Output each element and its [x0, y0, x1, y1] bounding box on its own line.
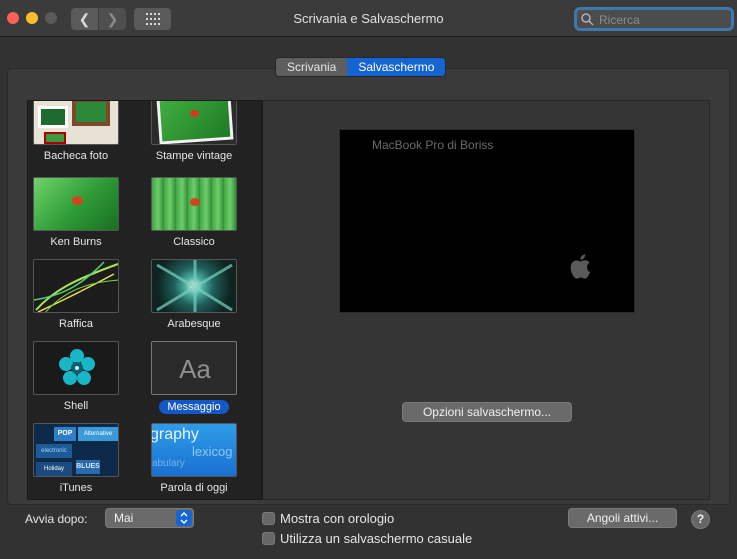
classico-thumbnail [151, 177, 237, 231]
bacheca-foto-thumbnail [33, 101, 119, 145]
start-after-value: Mai [114, 511, 134, 525]
random-screensaver-label: Utilizza un salvaschermo casuale [280, 531, 473, 546]
screensaver-raffica[interactable]: Raffica [28, 259, 131, 330]
tab-salvaschermo[interactable]: Salvaschermo [347, 58, 446, 76]
tab-scrivania[interactable]: Scrivania [276, 58, 348, 76]
select-arrows-icon [176, 510, 192, 526]
search-icon [581, 13, 594, 26]
screensaver-classico[interactable]: Classico [139, 177, 249, 248]
hot-corners-button[interactable]: Angoli attivi... [568, 508, 677, 528]
itunes-tile: Alternative [78, 427, 118, 441]
screensaver-options-button[interactable]: Opzioni salvaschermo... [402, 402, 572, 422]
stampe-vintage-thumbnail [151, 101, 237, 145]
raffica-thumbnail [33, 259, 119, 313]
itunes-tile: Holiday [36, 462, 72, 476]
screensaver-label: iTunes [59, 482, 93, 494]
screensaver-label: Stampe vintage [155, 150, 233, 162]
messaggio-thumb-text: Aa [179, 354, 211, 384]
random-screensaver-checkbox[interactable]: Utilizza un salvaschermo casuale [262, 531, 472, 546]
ken-burns-thumbnail [33, 177, 119, 231]
messaggio-thumbnail: Aa [151, 341, 237, 395]
apple-logo-icon [570, 254, 591, 279]
start-after-select[interactable]: Mai [105, 508, 194, 528]
screensaver-label: Ken Burns [50, 236, 102, 248]
show-clock-label: Mostra con orologio [280, 511, 395, 526]
screensaver-arabesque[interactable]: Arabesque [139, 259, 249, 330]
arabesque-pattern-icon [156, 260, 233, 312]
screensaver-itunes[interactable]: POP Alternative electronic BLUES Holiday… [28, 423, 131, 494]
screensaver-preview: MacBook Pro di Boriss [339, 129, 635, 313]
screensaver-messaggio[interactable]: Aa Messaggio [139, 341, 249, 414]
tab-bar: Scrivania Salvaschermo [275, 57, 447, 77]
parola-thumb-text: graphy [151, 426, 199, 443]
checkbox-box[interactable] [262, 512, 275, 525]
itunes-thumbnail: POP Alternative electronic BLUES Holiday [33, 423, 119, 477]
help-button[interactable]: ? [691, 510, 710, 529]
search-field[interactable] [574, 7, 734, 31]
screensaver-label: Raffica [58, 318, 94, 330]
shell-pattern-icon [59, 349, 95, 385]
screensaver-parola-di-oggi[interactable]: graphy lexicog abulary Parola di oggi [139, 423, 249, 494]
raffica-pattern-icon [34, 261, 118, 312]
arabesque-thumbnail [151, 259, 237, 313]
show-clock-checkbox[interactable]: Mostra con orologio [262, 511, 394, 526]
title-bar: ❮ ❯ Scrivania e Salvaschermo [0, 0, 737, 37]
screensaver-ken-burns[interactable]: Ken Burns [28, 177, 131, 248]
screensaver-list[interactable]: Bacheca foto Stampe vintage Ken Burns Cl… [27, 100, 262, 500]
start-after-label: Avvia dopo: [25, 512, 88, 526]
screensaver-label: Messaggio [159, 400, 229, 414]
screensaver-stampe-vintage[interactable]: Stampe vintage [139, 101, 249, 162]
screensaver-label: Bacheca foto [43, 150, 109, 162]
itunes-tile: POP [54, 427, 76, 441]
screensaver-shell[interactable]: Shell [28, 341, 131, 412]
screensaver-label: Shell [63, 400, 89, 412]
preview-message: MacBook Pro di Boriss [372, 138, 494, 152]
parola-di-oggi-thumbnail: graphy lexicog abulary [151, 423, 237, 477]
screensaver-bacheca-foto[interactable]: Bacheca foto [28, 101, 131, 162]
parola-thumb-text: abulary [152, 458, 185, 469]
screensaver-label: Arabesque [167, 318, 221, 330]
itunes-tile: BLUES [76, 460, 100, 474]
search-input[interactable] [599, 11, 729, 29]
screensaver-label: Parola di oggi [160, 482, 228, 494]
shell-thumbnail [33, 341, 119, 395]
itunes-tile: electronic [36, 444, 72, 458]
checkbox-box[interactable] [262, 532, 275, 545]
parola-thumb-text: lexicog [192, 444, 233, 459]
screensaver-label: Classico [173, 236, 215, 248]
